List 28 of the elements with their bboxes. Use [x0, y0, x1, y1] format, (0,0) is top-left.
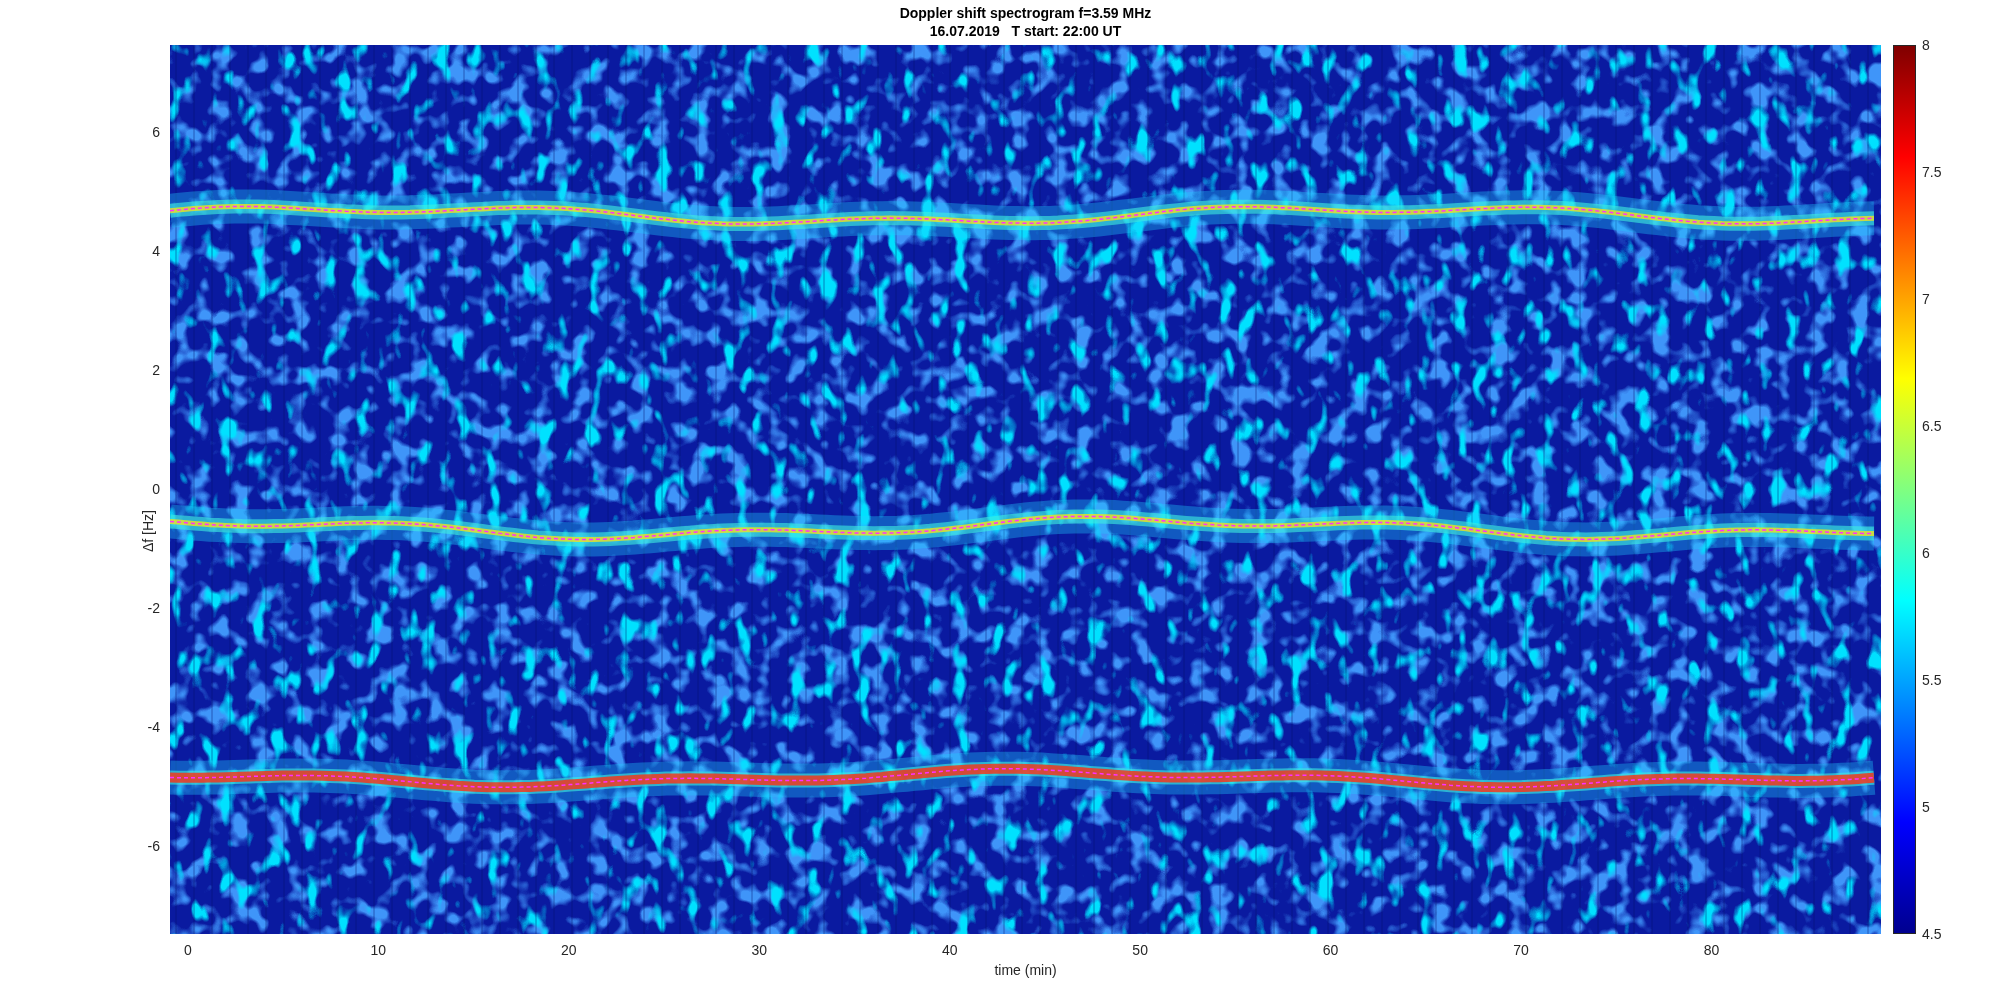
colorbar-tick-label: 4.5: [1922, 926, 1942, 942]
y-tick-label: -4: [147, 719, 160, 736]
colorbar-tick-label: 8: [1922, 37, 1930, 53]
x-tick-label: 10: [369, 942, 388, 958]
colorbar-tick-label: 6: [1922, 545, 1930, 561]
x-tick-label: 30: [750, 942, 769, 958]
y-tick-label: 0: [152, 481, 160, 498]
y-tick-label: -2: [147, 600, 160, 617]
x-tick-label: 0: [183, 942, 193, 958]
x-tick-label: 40: [940, 942, 959, 958]
chart-title: 16.07.2019 T start: 22:00 UT: [929, 22, 1122, 40]
y-tick-label: 4: [152, 243, 160, 259]
y-tick-label: 6: [152, 123, 160, 140]
colorbar-tick-label: 7: [1922, 291, 1930, 307]
x-tick-label: 50: [1131, 942, 1149, 958]
x-tick-label: 80: [1702, 942, 1721, 958]
colorbar-tick-label: 5.5: [1922, 672, 1942, 688]
y-tick-label: 2: [152, 362, 160, 379]
x-tick-label: 60: [1321, 942, 1340, 958]
x-axis-label: time (min): [994, 962, 1057, 978]
chart-title: Doppler shift spectrogram f=3.59 MHz: [899, 4, 1152, 22]
y-tick-label: -6: [147, 838, 160, 855]
colorbar-tick-label: 5: [1922, 799, 1930, 815]
colorbar-tick-label: 7.5: [1922, 164, 1942, 180]
y-axis-label: Δf [Hz]: [140, 509, 156, 554]
x-tick-label: 20: [560, 942, 578, 958]
colorbar-tick-label: 6.5: [1922, 418, 1942, 434]
x-tick-label: 70: [1512, 942, 1530, 958]
